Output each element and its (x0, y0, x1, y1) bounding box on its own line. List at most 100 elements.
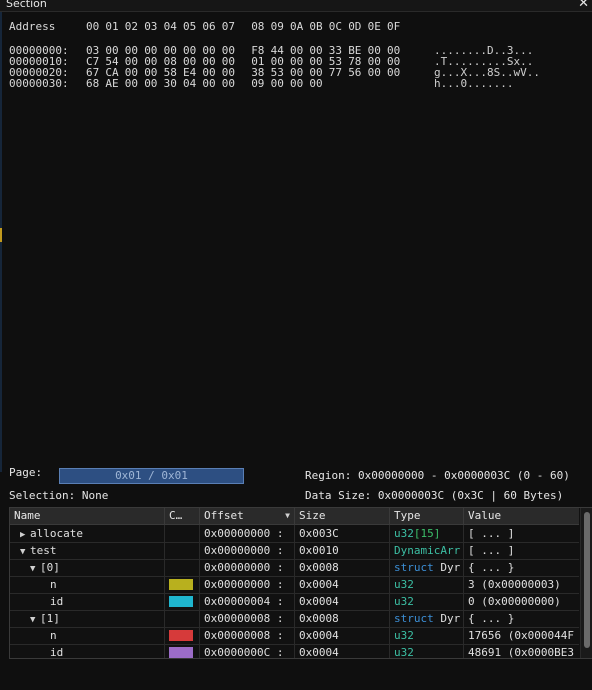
cell-offset: 0x00000000 : (200, 559, 295, 576)
hex-header-byte: 0B (309, 20, 323, 33)
pattern-data-table[interactable]: Name C… Offset ▼ Size Type Value ▶ alloca… (9, 507, 592, 659)
hex-byte[interactable]: 77 (329, 67, 342, 79)
cell-name[interactable]: n (10, 576, 165, 593)
cell-size: 0x0008 (295, 610, 390, 627)
page-selector[interactable]: 0x01 / 0x01 (59, 468, 244, 484)
hex-byte[interactable]: 00 (222, 78, 235, 90)
cell-name-text: test (30, 544, 57, 557)
table-header: Name C… Offset ▼ Size Type Value (10, 508, 579, 525)
cell-type: u32 (390, 576, 464, 593)
cell-value[interactable]: 17656 (0x000044F (464, 627, 579, 644)
cell-name[interactable]: ▶ allocate (10, 525, 165, 542)
cell-size: 0x0004 (295, 627, 390, 644)
cell-name[interactable]: ▼ [0] (10, 559, 165, 576)
collapse-arrow-icon[interactable]: ▼ (30, 561, 40, 576)
cell-color (165, 559, 200, 576)
table-vertical-scrollbar[interactable] (580, 508, 592, 658)
color-swatch (169, 579, 193, 590)
hex-byte[interactable]: 09 (251, 78, 264, 90)
cell-value[interactable]: 0 (0x00000000) (464, 593, 579, 610)
table-row[interactable]: n 0x00000000 :0x0004 u32 3 (0x00000003) (10, 576, 579, 594)
cell-type: u32 (390, 593, 464, 610)
cell-value[interactable]: [ ... ] (464, 542, 579, 559)
cell-name[interactable]: n (10, 627, 165, 644)
hex-byte[interactable]: 00 (125, 78, 138, 90)
table-row[interactable]: id 0x0000000C :0x0004 u32 48691 (0x0000BE3 (10, 644, 579, 659)
cell-type: u32 (390, 644, 464, 659)
cell-size: 0x0004 (295, 644, 390, 658)
hex-header-byte: 07 (221, 20, 236, 33)
cell-color (165, 525, 200, 542)
collapse-arrow-icon[interactable]: ▼ (30, 612, 40, 627)
cell-size: 0x0004 (295, 576, 390, 593)
cell-type: struct Dyr (390, 610, 464, 627)
hex-byte[interactable]: 68 (86, 78, 99, 90)
cell-color (165, 593, 200, 610)
type-name: u32 (394, 578, 414, 591)
cell-offset: 0x00000000 : (200, 576, 295, 593)
cell-name-text: id (50, 595, 64, 608)
table-row[interactable]: id 0x00000004 :0x0004 u32 0 (0x00000000) (10, 593, 579, 611)
cell-value[interactable]: { ... } (464, 610, 579, 627)
hex-byte[interactable]: AE (105, 78, 118, 90)
column-header-value[interactable]: Value (464, 508, 579, 524)
close-icon[interactable]: ✕ (578, 0, 589, 11)
hex-byte[interactable]: 00 (309, 78, 322, 90)
hex-byte[interactable]: 00 (290, 78, 303, 90)
cell-size: 0x0008 (295, 559, 390, 576)
column-header-name[interactable]: Name (10, 508, 165, 524)
cell-value[interactable]: { ... } (464, 559, 579, 576)
cell-name[interactable]: id (10, 593, 165, 610)
region-text: Region: 0x00000000 - 0x0000003C (0 - 60) (305, 469, 570, 482)
table-row[interactable]: n 0x00000008 :0x0004 u32 17656 (0x000044F (10, 627, 579, 645)
hex-byte[interactable]: 56 (348, 67, 361, 79)
cell-value[interactable]: [ ... ] (464, 525, 579, 542)
table-row[interactable]: ▼ [0] 0x00000000 :0x0008 struct Dyr{ ... } (10, 559, 579, 577)
hex-header-byte: 05 (183, 20, 197, 33)
table-row[interactable]: ▶ allocate 0x00000000 :0x003C u32[15][ ... … (10, 525, 579, 543)
scrollbar-thumb[interactable] (584, 512, 590, 648)
color-swatch (169, 630, 193, 641)
collapse-arrow-icon[interactable]: ▼ (20, 544, 30, 559)
expand-arrow-icon[interactable]: ▶ (20, 527, 30, 542)
cell-offset: 0x00000008 : (200, 610, 295, 627)
cell-type: u32[15] (390, 525, 464, 542)
table-row[interactable]: ▼ test 0x00000000 :0x0010 DynamicArr[ ... ] (10, 542, 579, 560)
cell-offset: 0x00000000 : (200, 525, 295, 542)
cell-name-text: [0] (40, 561, 60, 574)
hex-row-ascii[interactable]: h...0....... (434, 78, 513, 90)
hex-byte[interactable]: 00 (271, 78, 284, 90)
cell-name-text: allocate (30, 527, 83, 540)
cell-name[interactable]: ▼ [1] (10, 610, 165, 627)
hex-byte[interactable]: 00 (368, 67, 381, 79)
cell-value[interactable]: 3 (0x00000003) (464, 576, 579, 593)
hex-header-byte: 04 (163, 20, 177, 33)
hex-byte[interactable]: 00 (202, 78, 215, 90)
type-name: u32 (394, 646, 414, 659)
cell-name[interactable]: ▼ test (10, 542, 165, 559)
hex-byte[interactable]: 30 (164, 78, 177, 90)
column-header-type[interactable]: Type (390, 508, 464, 524)
hex-header-byte: 0A (290, 20, 304, 33)
column-header-size[interactable]: Size (295, 508, 390, 524)
column-header-offset[interactable]: Offset ▼ (200, 508, 295, 524)
hex-byte[interactable]: 00 (144, 78, 157, 90)
cell-color (165, 576, 200, 593)
color-swatch (169, 596, 193, 607)
address-header-label: Address (9, 20, 56, 33)
hex-byte[interactable]: 00 (387, 67, 400, 79)
type-suffix: Dyr (433, 561, 461, 574)
hex-header-byte: 09 (270, 20, 284, 33)
type-name: u32 (394, 629, 414, 642)
cell-size: 0x003C (295, 525, 390, 542)
column-header-offset-label: Offset (204, 509, 244, 522)
cell-name[interactable]: id (10, 644, 165, 658)
cell-value[interactable]: 48691 (0x0000BE3 (464, 644, 579, 658)
hex-byte[interactable]: 04 (183, 78, 196, 90)
selection-text: Selection: None (9, 489, 109, 502)
cell-offset: 0x00000004 : (200, 593, 295, 610)
column-header-color[interactable]: C… (165, 508, 200, 524)
type-name: struct (394, 561, 434, 574)
table-row[interactable]: ▼ [1] 0x00000008 :0x0008 struct Dyr{ ... } (10, 610, 579, 628)
type-name: u32 (394, 595, 414, 608)
